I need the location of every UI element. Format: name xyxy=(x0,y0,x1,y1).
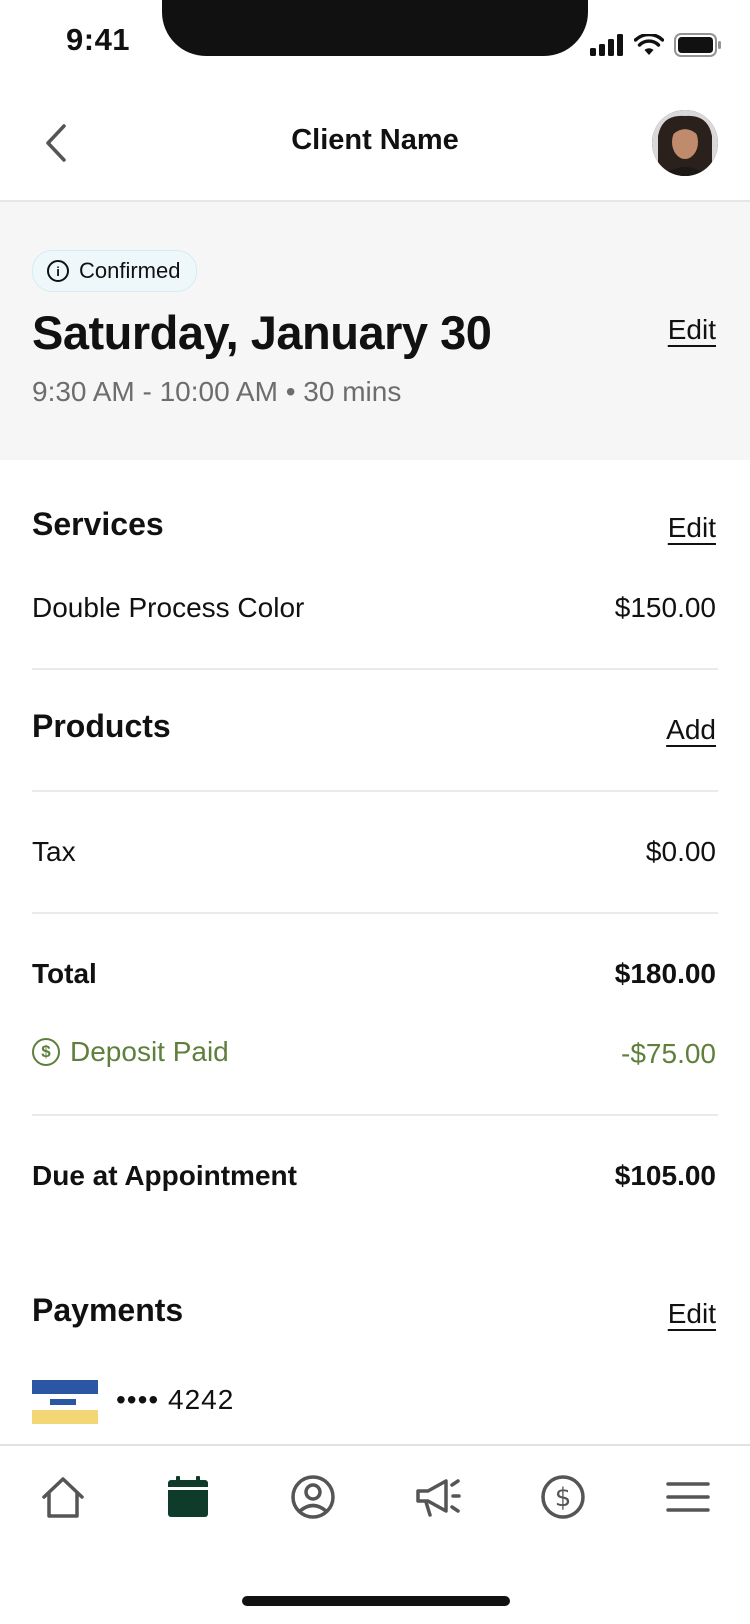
due-label: Due at Appointment xyxy=(32,1160,297,1191)
home-indicator xyxy=(242,1596,510,1606)
card-icon xyxy=(32,1380,98,1424)
device-notch xyxy=(162,0,588,56)
payments-title: Payments xyxy=(32,1292,184,1328)
calendar-icon xyxy=(167,1476,208,1517)
edit-payments-button[interactable]: Edit xyxy=(668,1298,716,1330)
total-value: $180.00 xyxy=(614,958,716,989)
dollar-icon: $ xyxy=(540,1475,585,1519)
wifi-icon xyxy=(634,34,664,55)
avatar-image xyxy=(652,110,718,176)
appointment-date: Saturday, January 30 xyxy=(32,306,492,359)
megaphone-icon xyxy=(415,1479,461,1517)
info-icon: i xyxy=(47,260,69,282)
edit-services-button[interactable]: Edit xyxy=(668,512,716,544)
tax-label: Tax xyxy=(32,836,76,867)
divider xyxy=(32,790,718,792)
divider xyxy=(32,668,718,670)
divider xyxy=(32,1114,718,1116)
menu-icon xyxy=(665,1482,710,1512)
status-icons xyxy=(590,32,722,58)
edit-appointment-button[interactable]: Edit xyxy=(668,314,716,346)
client-avatar[interactable] xyxy=(652,110,718,176)
total-label: Total xyxy=(32,958,97,989)
signal-icon xyxy=(590,34,623,56)
due-value: $105.00 xyxy=(614,1160,716,1191)
deposit-row: $ Deposit Paid xyxy=(32,1036,229,1068)
divider xyxy=(32,912,718,914)
card-number: •••• 4242 xyxy=(116,1384,235,1415)
svg-text:$: $ xyxy=(554,1483,571,1513)
service-price: $150.00 xyxy=(614,592,716,623)
status-badge: i Confirmed xyxy=(32,250,198,292)
tab-marketing[interactable] xyxy=(408,1472,468,1522)
tab-calendar[interactable] xyxy=(158,1472,218,1522)
tab-home[interactable] xyxy=(33,1472,93,1522)
products-title: Products xyxy=(32,708,171,744)
tab-menu[interactable] xyxy=(658,1472,718,1522)
services-title: Services xyxy=(32,506,164,542)
status-time: 9:41 xyxy=(66,22,131,57)
deposit-value: -$75.00 xyxy=(621,1038,716,1069)
appointment-time-range: 9:30 AM - 10:00 AM • 30 mins xyxy=(32,376,402,407)
tab-payments[interactable]: $ xyxy=(533,1472,593,1522)
tax-value: $0.00 xyxy=(645,836,716,867)
dollar-circle-icon: $ xyxy=(32,1038,60,1066)
deposit-label: Deposit Paid xyxy=(70,1036,229,1067)
service-name: Double Process Color xyxy=(32,592,305,623)
tab-profile[interactable] xyxy=(283,1472,343,1522)
battery-icon xyxy=(674,33,721,57)
add-product-button[interactable]: Add xyxy=(666,714,716,746)
page-title: Client Name xyxy=(291,124,459,156)
status-badge-label: Confirmed xyxy=(79,258,181,283)
profile-icon xyxy=(290,1475,335,1519)
tab-bar: $ xyxy=(0,1446,750,1566)
home-icon xyxy=(41,1477,84,1518)
